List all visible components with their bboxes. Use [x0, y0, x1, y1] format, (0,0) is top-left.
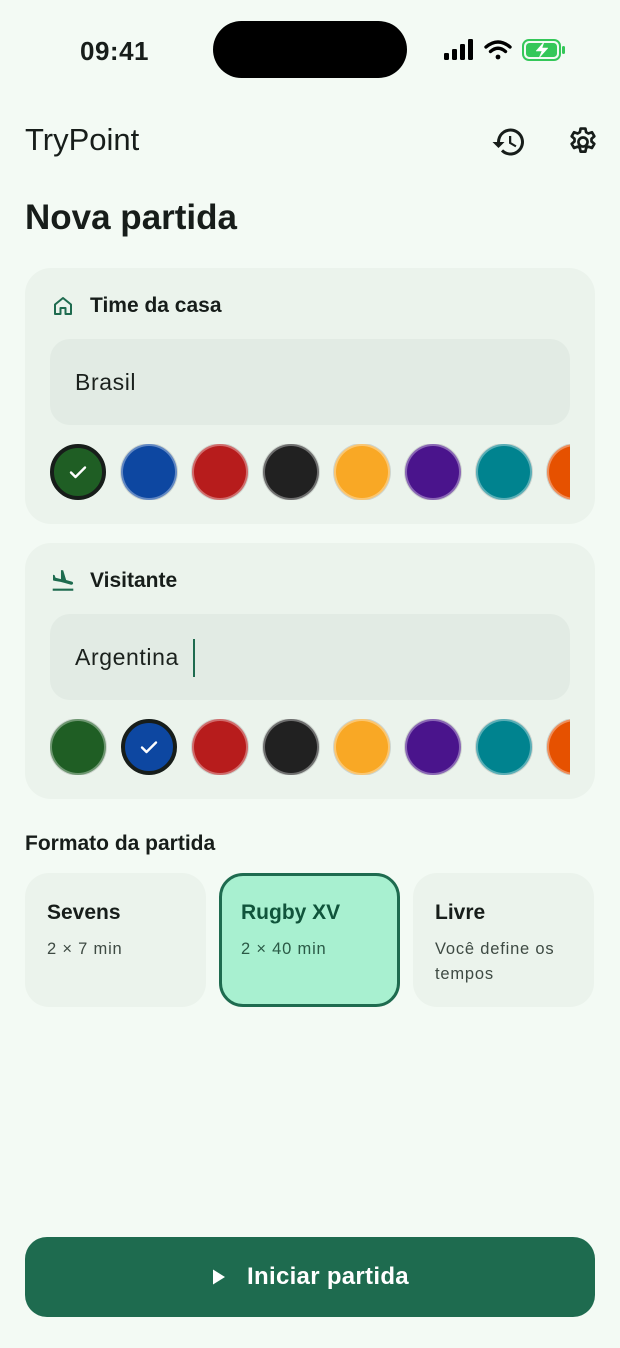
format-option-rugby-xv[interactable]: Rugby XV 2 × 40 min — [219, 873, 400, 1007]
color-swatch[interactable] — [121, 444, 177, 500]
format-option-desc: Você define os tempos — [435, 940, 555, 983]
color-swatch[interactable] — [192, 719, 248, 775]
status-icons — [443, 36, 568, 64]
home-team-header: Time da casa — [50, 292, 222, 320]
dynamic-island — [213, 21, 407, 78]
away-team-label: Visitante — [90, 569, 178, 592]
wifi-icon — [484, 40, 512, 60]
format-option-desc: 2 × 7 min — [47, 940, 123, 958]
format-option-desc: 2 × 40 min — [241, 940, 327, 958]
flight-land-icon — [50, 568, 76, 594]
color-swatch[interactable] — [121, 719, 177, 775]
home-team-name-input[interactable] — [50, 339, 570, 425]
history-button[interactable] — [487, 120, 531, 164]
gear-icon — [570, 127, 596, 153]
signal-wifi-battery-icons — [444, 39, 565, 61]
play-icon — [211, 1268, 227, 1286]
color-swatch[interactable] — [405, 444, 461, 500]
home-team-label: Time da casa — [90, 294, 222, 317]
status-bar: 09:41 — [0, 0, 620, 100]
format-option-sevens[interactable]: Sevens 2 × 7 min — [25, 873, 206, 1007]
check-icon — [69, 466, 87, 479]
away-team-header: Visitante — [50, 567, 177, 595]
color-swatch[interactable] — [263, 719, 319, 775]
color-swatch[interactable] — [334, 719, 390, 775]
format-option-livre[interactable]: Livre Você define os tempos — [413, 873, 594, 1007]
home-icon — [50, 293, 76, 319]
color-swatch[interactable] — [547, 444, 570, 500]
color-swatch[interactable] — [192, 444, 248, 500]
app-title: TryPoint — [25, 122, 140, 157]
history-icon — [492, 128, 524, 156]
color-swatch[interactable] — [476, 444, 532, 500]
away-color-picker — [50, 719, 570, 775]
status-time: 09:41 — [80, 36, 149, 66]
check-icon — [140, 741, 158, 754]
format-option-name: Livre — [435, 901, 486, 924]
format-section-label: Formato da partida — [25, 832, 216, 855]
text-cursor — [193, 639, 195, 677]
start-match-label: Iniciar partida — [247, 1263, 409, 1290]
away-team-card: Visitante — [25, 543, 595, 799]
color-swatch[interactable] — [334, 444, 390, 500]
settings-button[interactable] — [561, 120, 605, 164]
home-color-picker — [50, 444, 570, 500]
app-bar: TryPoint — [0, 112, 620, 172]
color-swatch[interactable] — [50, 444, 106, 500]
color-swatch[interactable] — [50, 719, 106, 775]
color-swatch[interactable] — [405, 719, 461, 775]
format-option-name: Sevens — [47, 901, 121, 924]
signal-icon — [444, 39, 473, 60]
format-option-name: Rugby XV — [241, 901, 341, 924]
away-team-name-input[interactable] — [50, 614, 570, 700]
color-swatch[interactable] — [476, 719, 532, 775]
page-title: Nova partida — [25, 198, 237, 237]
battery-charging-icon — [522, 39, 565, 61]
color-swatch[interactable] — [547, 719, 570, 775]
home-team-card: Time da casa — [25, 268, 595, 524]
color-swatch[interactable] — [263, 444, 319, 500]
start-match-button[interactable]: Iniciar partida — [25, 1237, 595, 1317]
